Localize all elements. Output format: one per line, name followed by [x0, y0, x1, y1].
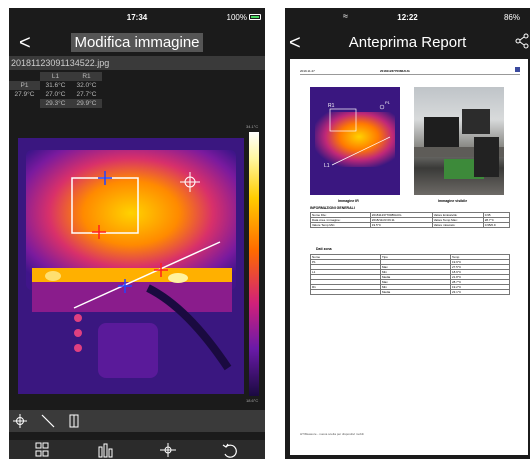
- table-cell: Valore Temp Min:: [310, 222, 371, 228]
- grid-icon[interactable]: [33, 442, 51, 458]
- table-cell: Valore misurato:: [431, 222, 484, 228]
- report-document: 2019.11.27 20181123770086AUG R1 L1 P1 Im…: [290, 59, 528, 455]
- ir-image-caption: Immagine IR: [338, 199, 359, 203]
- zone-data-table: Nome Tipo Temp P1 19.9°C Max 27.5°C L1 Min 1…: [310, 254, 510, 295]
- battery-percent: 86%: [503, 13, 520, 22]
- scale-min-label: 18.6°C: [246, 398, 259, 403]
- table-cell: 29.3°C: [40, 99, 71, 108]
- status-bar: ≈ 12:22 86%: [285, 8, 530, 28]
- measurement-table: L1 R1 P1 31.6°C 32.0°C 27.9°C 27.0°C 27.…: [9, 72, 102, 108]
- table-cell: 0.95/0.9: [482, 222, 511, 228]
- table-cell: [9, 99, 40, 108]
- table-cell: 27.9°C: [14, 91, 35, 98]
- area-tool-icon[interactable]: [66, 413, 82, 429]
- table-cell: [310, 289, 381, 295]
- table-cell: 19.5°C: [369, 222, 433, 228]
- status-time: 12:22: [397, 13, 418, 22]
- page-title: Anteprima Report: [348, 34, 467, 51]
- report-date: 2019.11.27: [300, 69, 315, 73]
- table-cell: P1: [9, 81, 40, 90]
- table-cell: 27.7°C: [76, 91, 97, 98]
- file-name: 20181123091134522.jpg: [9, 56, 265, 70]
- thermal-image[interactable]: [18, 138, 244, 394]
- table-cell: 32.0°C: [76, 82, 97, 89]
- report-footer: HTIMeasure - nuova scelta per dispositiv…: [300, 432, 364, 436]
- table-header-cell: R1: [71, 72, 102, 81]
- line-tool-icon[interactable]: [40, 413, 56, 429]
- table-header-cell: L1: [40, 72, 71, 81]
- table-cell: 27.0°C: [45, 91, 66, 98]
- battery-icon: [249, 14, 261, 20]
- histogram-icon[interactable]: [97, 442, 115, 458]
- share-icon[interactable]: [514, 33, 530, 49]
- table-cell: 23.1°C: [450, 289, 510, 295]
- r1-marker-label: R1: [328, 103, 335, 109]
- battery-percent: 100%: [226, 13, 247, 22]
- edit-image-screen: 17:34 100% < Modifica immagine 201811230…: [9, 8, 265, 459]
- report-id: 20181123770086AUG: [380, 69, 410, 73]
- report-header: 2019.11.27 20181123770086AUG: [300, 67, 520, 75]
- report-visible-image: [414, 87, 504, 195]
- table-row: Media 23.1°C: [310, 289, 510, 295]
- visible-image-caption: Immagine visibile: [438, 199, 468, 203]
- point-tool-icon[interactable]: [12, 413, 28, 429]
- page-title: Modifica immagine: [71, 33, 203, 52]
- section-general-title: INFORMAZIONI GENERALI: [310, 206, 355, 210]
- bottom-bar: [9, 440, 265, 459]
- undo-icon[interactable]: [221, 442, 239, 458]
- p1-marker-label: P1: [385, 100, 391, 105]
- report-ir-image: R1 L1 P1: [310, 87, 400, 195]
- table-header-cell: [9, 72, 40, 81]
- brand-logo: [515, 67, 520, 72]
- report-preview-screen: ≈ 12:22 86% < Anteprima Report 2019.11.2…: [285, 8, 530, 459]
- section-zones-title: Dati zona: [316, 247, 332, 251]
- table-cell: Media: [380, 289, 451, 295]
- tool-bar: [9, 410, 265, 432]
- table-cell: 31.6°C: [45, 82, 66, 89]
- general-info-table: Nome File: 20181123770086AUG Valore Emis…: [310, 212, 511, 228]
- crosshair-icon[interactable]: [159, 442, 177, 458]
- nav-bar: < Anteprima Report: [285, 28, 530, 62]
- scale-max-label: 34.1°C: [246, 124, 259, 129]
- color-scale-bar: [249, 132, 259, 396]
- table-cell: 29.9°C: [71, 99, 102, 108]
- table-row: Valore Temp Min: 19.5°C Valore misurato:…: [310, 222, 511, 228]
- l1-marker-label: L1: [324, 163, 330, 169]
- status-bar: 17:34 100%: [9, 8, 265, 28]
